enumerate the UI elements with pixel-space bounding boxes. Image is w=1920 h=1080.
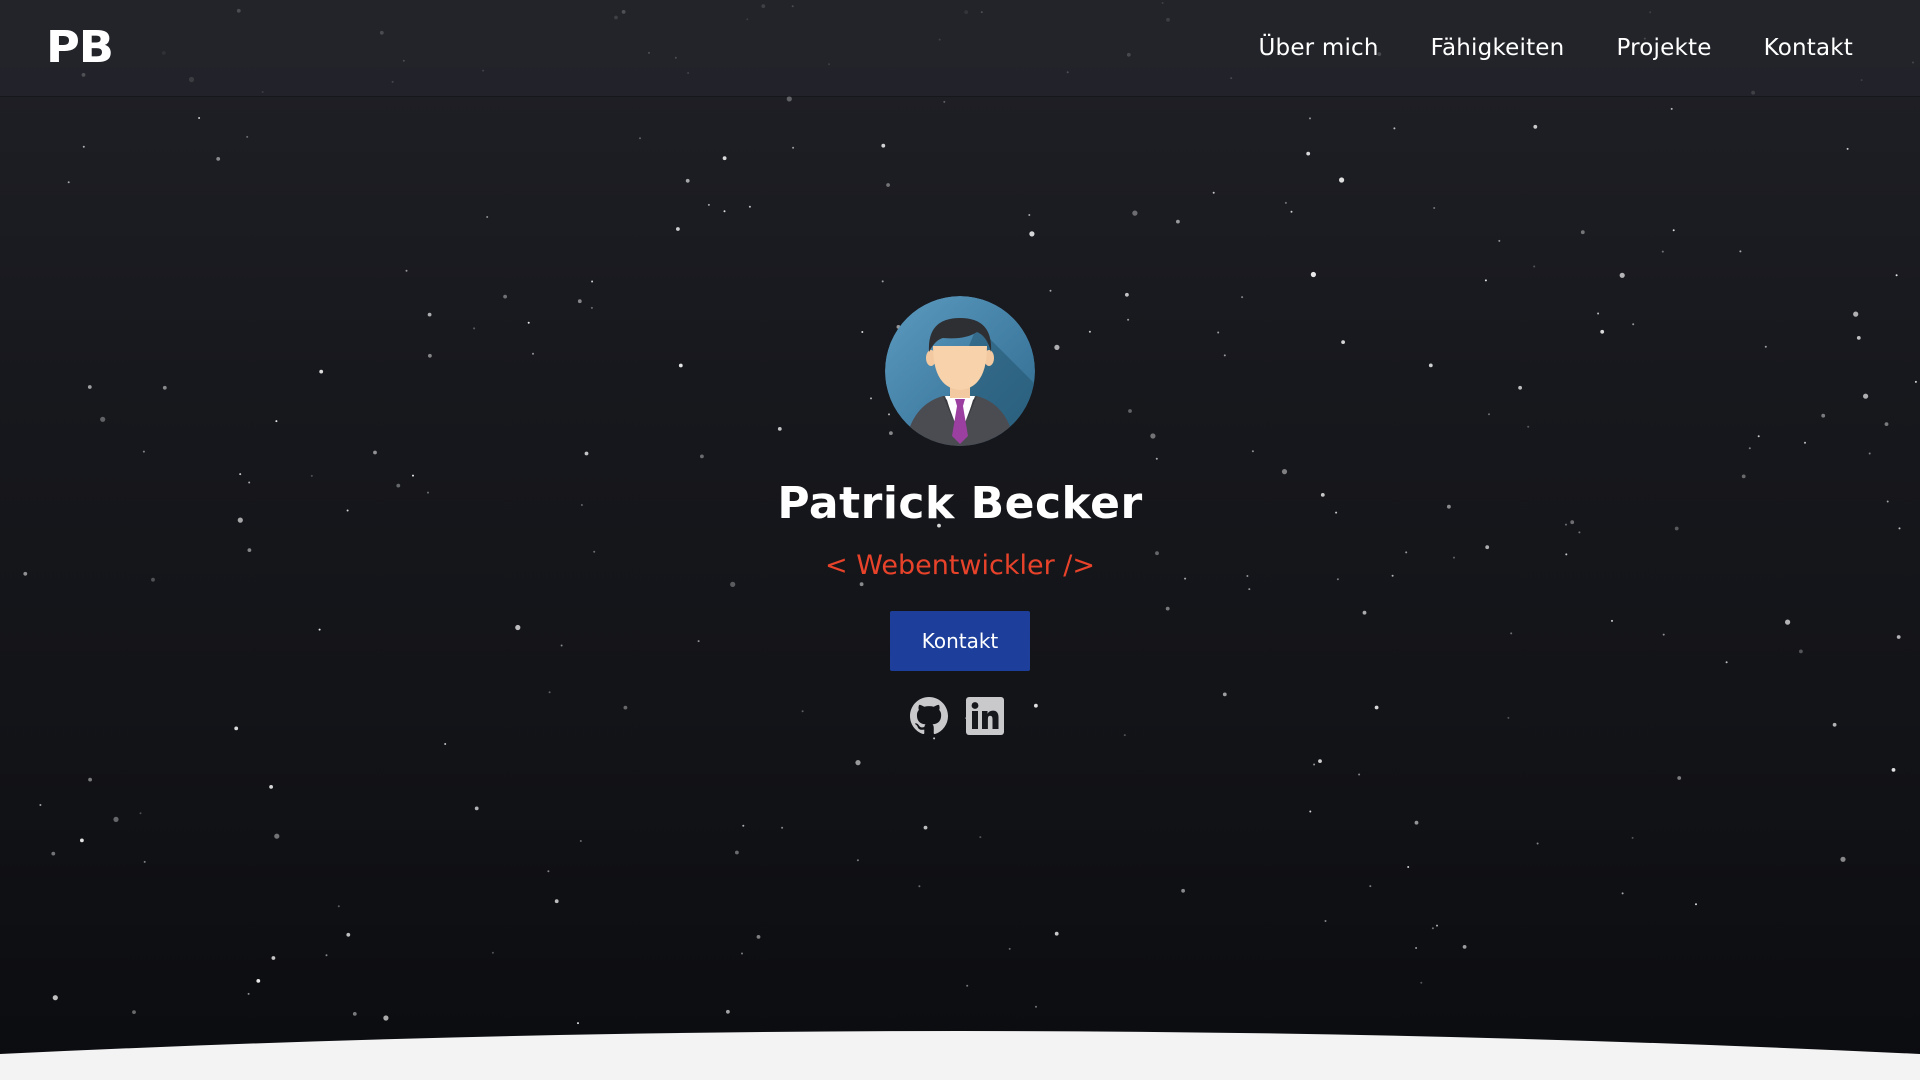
businessman-avatar-icon	[885, 296, 1035, 446]
profile-avatar	[885, 296, 1035, 446]
next-section-curve	[0, 1031, 1920, 1080]
hero-section: Patrick Becker < Webentwickler /> Kontak…	[0, 0, 1920, 1080]
social-links	[910, 697, 1004, 735]
contact-button[interactable]: Kontakt	[890, 611, 1030, 671]
profile-role: < Webentwickler />	[825, 550, 1095, 581]
github-icon	[910, 697, 948, 735]
linkedin-link[interactable]	[966, 697, 1004, 735]
profile-name: Patrick Becker	[777, 478, 1143, 529]
linkedin-icon	[966, 697, 1004, 735]
github-link[interactable]	[910, 697, 948, 735]
